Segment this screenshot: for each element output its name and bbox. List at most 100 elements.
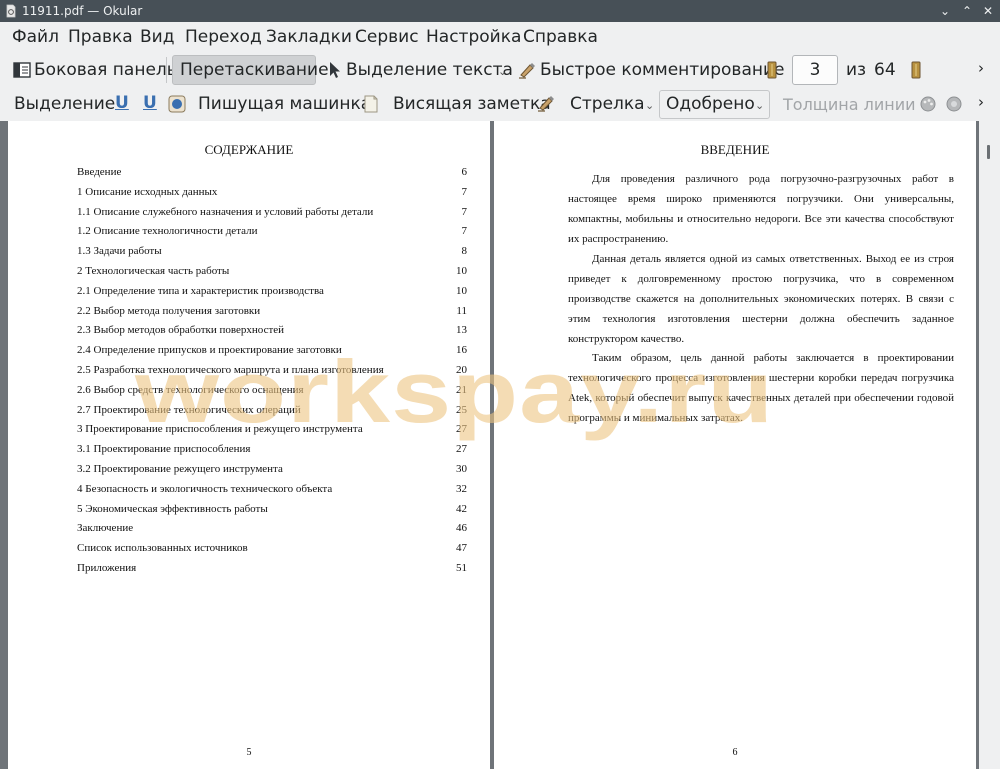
toc-entry-title: Введение [77, 166, 122, 178]
toc-entry-title: Заключение [77, 522, 134, 535]
typewriter-tool-label[interactable]: Пишущая машинка [198, 94, 371, 114]
menu-go[interactable]: Переход [185, 27, 262, 47]
menu-bookmarks[interactable]: Закладки [266, 27, 352, 47]
previous-page-icon[interactable] [766, 61, 778, 79]
toc-entry-page: 7 [461, 185, 468, 198]
toc-entry-page: 30 [456, 463, 467, 475]
toc-entry[interactable]: 2.2 Выбор метода получения заготовки 11 [77, 304, 467, 318]
toc-entry-page: 32 [456, 482, 467, 495]
pdf-page-5: СОДЕРЖАНИЕ Введение 6 1 Описание исходных … [8, 121, 490, 769]
toc-entry-page: 10 [456, 265, 467, 277]
toc-entry-page: 16 [456, 344, 467, 357]
arrow-tool-dropdown-icon[interactable]: ⌄ [645, 99, 654, 112]
toc-entry-title: 2.1 Определение типа и характеристик про… [77, 284, 324, 297]
opacity-icon[interactable] [945, 95, 963, 113]
text-selection-dropdown-icon[interactable]: ⌄ [498, 65, 507, 78]
toc-entry[interactable]: 2.1 Определение типа и характеристик про… [77, 284, 467, 298]
page-number-input[interactable]: 3 [792, 55, 838, 85]
toc-entry[interactable]: 2 Технологическая часть работы 10 [77, 264, 467, 278]
vertical-scrollbar[interactable] [979, 121, 1000, 769]
toc-entry-page: 11 [456, 304, 467, 317]
toc-entry-title: 1.3 Задачи работы [77, 245, 162, 258]
toc-entry-page: 27 [456, 423, 467, 436]
toc-entry[interactable]: 5 Экономическая эффективность работы 42 [77, 502, 467, 516]
toc-entry-page: 20 [456, 364, 467, 376]
main-toolbar: Боковая панель Перетаскивание Выделение … [0, 52, 1000, 88]
menu-edit[interactable]: Правка [68, 27, 133, 47]
pen-annotation-icon [519, 63, 535, 79]
window-title: 11911.pdf — Okular [22, 4, 143, 18]
squiggle-tool-icon[interactable]: U [143, 93, 157, 113]
highlight-tool-label[interactable]: Выделение [14, 94, 115, 114]
menu-settings[interactable]: Настройка [426, 27, 521, 47]
toc-entry-page: 7 [461, 225, 468, 238]
menu-file[interactable]: Файл [12, 27, 59, 47]
toc-entry-page: 6 [461, 166, 468, 178]
toc-heading: СОДЕРЖАНИЕ [204, 142, 294, 157]
toc-entry[interactable]: 2.7 Проектирование технологических опера… [77, 403, 467, 417]
line-width-label: Толщина линии [783, 95, 916, 114]
stamp-dropdown-icon[interactable]: ⌄ [755, 99, 764, 112]
toc-entry[interactable]: 2.6 Выбор средств технологического оснащ… [77, 383, 467, 397]
color-palette-icon[interactable] [919, 95, 937, 113]
toc-entry[interactable]: 3.1 Проектирование приспособления 27 [77, 442, 467, 456]
sidebar-button-label: Боковая панель [34, 60, 177, 80]
toc-entry[interactable]: 1.1 Описание служебного назначения и усл… [77, 205, 467, 219]
toc-entry-title: 2 Технологическая часть работы [77, 265, 230, 277]
toc-entry-title: 3.1 Проектирование приспособления [77, 443, 251, 456]
toc-entry-title: 1.1 Описание служебного назначения и усл… [77, 205, 374, 218]
toc-entry[interactable]: 3.2 Проектирование режущего инструмента 3… [77, 462, 467, 476]
toc-entry-page: 46 [456, 522, 467, 535]
toc-entry[interactable]: 1.2 Описание технологичности детали 7 [77, 224, 467, 238]
underline-tool-icon[interactable]: U [115, 93, 129, 113]
sidebar-icon [13, 62, 31, 78]
toc-entry-title: 2.2 Выбор метода получения заготовки [77, 304, 261, 317]
total-pages-label: 64 [874, 60, 896, 80]
page-number-6: 6 [732, 747, 738, 758]
page-of-label: из [846, 60, 867, 80]
menu-help[interactable]: Справка [523, 27, 598, 47]
toolbar-overflow-icon[interactable]: › [978, 59, 984, 77]
toc-entry-title: 4 Безопасность и экологичность техническ… [77, 482, 333, 495]
toc-entry[interactable]: 2.3 Выбор методов обработки поверхностей… [77, 323, 467, 337]
pdf-page-6: ВВЕДЕНИЕ Для проведения различного рода … [494, 121, 976, 769]
menu-bar: Файл Правка Вид Переход Закладки Сервис … [0, 22, 1000, 52]
toc-entry[interactable]: 2.5 Разработка технологического маршрута… [77, 363, 467, 377]
toc-entry-page: 10 [456, 284, 467, 297]
maximize-window-button[interactable]: ⌃ [959, 3, 975, 19]
minimize-window-button[interactable]: ⌄ [937, 3, 953, 19]
toc-entry[interactable]: Список использованных источников 47 [77, 541, 467, 555]
toolbar2-overflow-icon[interactable]: › [978, 93, 984, 111]
toc-entry[interactable]: 4 Безопасность и экологичность техническ… [77, 482, 467, 496]
toc-entry[interactable]: Приложения 51 [77, 561, 467, 575]
toc-entry-page: 13 [456, 324, 467, 337]
toc-entry-title: 3.2 Проектирование режущего инструмента [77, 463, 283, 475]
toc-entry[interactable]: 1.3 Задачи работы 8 [77, 244, 467, 258]
toc-entry-title: 1 Описание исходных данных [77, 185, 218, 198]
scrollbar-thumb[interactable] [987, 145, 990, 159]
toc-entry-title: 5 Экономическая эффективность работы [77, 502, 268, 515]
toc-entry-page: 47 [456, 542, 467, 555]
stamp-combobox-value: Одобрено [666, 94, 755, 114]
toc-entry-title: 3 Проектирование приспособления и режуще… [77, 423, 363, 436]
page-number-5: 5 [246, 747, 252, 758]
strikeout-tool-icon[interactable] [168, 95, 186, 113]
pinned-note-tool-label[interactable]: Висящая заметка [393, 94, 551, 114]
document-viewport[interactable]: СОДЕРЖАНИЕ Введение 6 1 Описание исходных … [0, 121, 1000, 769]
menu-view[interactable]: Вид [140, 27, 174, 47]
arrow-pen-icon [538, 96, 554, 112]
intro-paragraph-1: Для проведения различного рода погрузочн… [568, 173, 954, 245]
arrow-tool-label[interactable]: Стрелка [570, 94, 645, 114]
next-page-icon[interactable] [910, 61, 922, 79]
toc-entry[interactable]: Заключение 46 [77, 521, 467, 535]
title-bar: 11911.pdf — Okular ⌄ ⌃ ✕ [0, 0, 1000, 22]
cursor-arrow-icon [330, 62, 340, 78]
introduction-heading: ВВЕДЕНИЕ [700, 142, 770, 157]
menu-tools[interactable]: Сервис [355, 27, 419, 47]
toc-entry[interactable]: 1 Описание исходных данных 7 [77, 185, 467, 199]
toc-entry[interactable]: Введение 6 [77, 165, 467, 179]
toc-entry[interactable]: 2.4 Определение припусков и проектирован… [77, 343, 467, 357]
toc-entry[interactable]: 3 Проектирование приспособления и режуще… [77, 422, 467, 436]
close-window-button[interactable]: ✕ [980, 3, 996, 19]
drag-mode-label: Перетаскивание [180, 60, 329, 80]
